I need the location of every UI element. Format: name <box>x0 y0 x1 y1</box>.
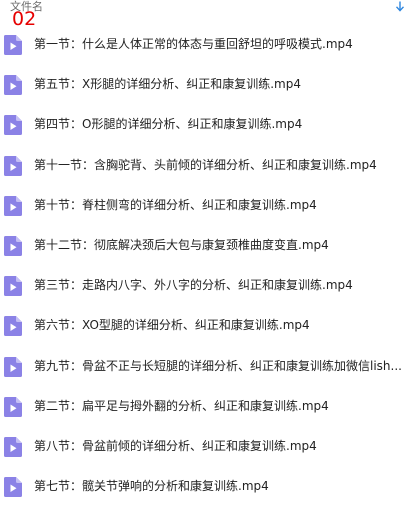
video-file-icon <box>4 396 22 417</box>
video-file-icon <box>4 276 22 297</box>
file-list: 第一节：什么是人体正常的体态与重回舒坦的呼吸模式.mp4 第五节：X形腿的详细分析… <box>0 30 409 512</box>
file-name[interactable]: 第九节：骨盆不正与长短腿的详细分析、纠正和康复训练加微信lish... <box>34 358 402 374</box>
video-file-icon <box>4 35 22 55</box>
video-file-icon <box>4 195 22 216</box>
video-file-icon <box>4 356 22 377</box>
file-row[interactable]: 第四节：O形腿的详细分析、纠正和康复训练.mp4 <box>0 110 409 150</box>
file-row[interactable]: 第九节：骨盆不正与长短腿的详细分析、纠正和康复训练加微信lish... <box>0 352 409 392</box>
file-row[interactable]: 第五节：X形腿的详细分析、纠正和康复训练.mp4 <box>0 70 409 110</box>
video-file-icon <box>4 235 22 256</box>
file-name[interactable]: 第二节：扁平足与拇外翻的分析、纠正和康复训练.mp4 <box>34 398 329 414</box>
file-name[interactable]: 第七节：髋关节弹响的分析和康复训练.mp4 <box>34 478 269 494</box>
file-row[interactable]: 第三节：走路内八字、外八字的分析、纠正和康复训练.mp4 <box>0 271 409 311</box>
file-row[interactable]: 第十一节：含胸驼背、头前倾的详细分析、纠正和康复训练.mp4 <box>0 151 409 191</box>
file-name[interactable]: 第五节：X形腿的详细分析、纠正和康复训练.mp4 <box>34 76 301 92</box>
file-name[interactable]: 第一节：什么是人体正常的体态与重回舒坦的呼吸模式.mp4 <box>34 36 353 52</box>
file-row[interactable]: 第十节：脊柱侧弯的详细分析、纠正和康复训练.mp4 <box>0 191 409 231</box>
file-name[interactable]: 第十节：脊柱侧弯的详细分析、纠正和康复训练.mp4 <box>34 197 317 213</box>
file-name[interactable]: 第十二节：彻底解决颈后大包与康复颈椎曲度变直.mp4 <box>34 237 329 253</box>
file-name[interactable]: 第三节：走路内八字、外八字的分析、纠正和康复训练.mp4 <box>34 277 353 293</box>
video-file-icon <box>4 115 22 136</box>
file-name[interactable]: 第十一节：含胸驼背、头前倾的详细分析、纠正和康复训练.mp4 <box>34 157 377 173</box>
overlay-number-label: 02 <box>12 8 37 30</box>
file-name[interactable]: 第六节：XO型腿的详细分析、纠正和康复训练.mp4 <box>34 317 310 333</box>
video-file-icon <box>4 477 22 498</box>
video-file-icon <box>4 316 22 337</box>
file-row[interactable]: 第一节：什么是人体正常的体态与重回舒坦的呼吸模式.mp4 <box>0 30 409 70</box>
file-name[interactable]: 第八节：骨盆前倾的详细分析、纠正和康复训练.mp4 <box>34 438 317 454</box>
file-row[interactable]: 第八节：骨盆前倾的详细分析、纠正和康复训练.mp4 <box>0 432 409 472</box>
file-row[interactable]: 第六节：XO型腿的详细分析、纠正和康复训练.mp4 <box>0 311 409 351</box>
sort-descending-icon[interactable] <box>395 1 405 12</box>
video-file-icon <box>4 75 22 96</box>
file-list-header: 文件名 <box>0 0 409 14</box>
file-row[interactable]: 第十二节：彻底解决颈后大包与康复颈椎曲度变直.mp4 <box>0 231 409 271</box>
video-file-icon <box>4 155 22 176</box>
file-row[interactable]: 第七节：髋关节弹响的分析和康复训练.mp4 <box>0 472 409 512</box>
file-row[interactable]: 第二节：扁平足与拇外翻的分析、纠正和康复训练.mp4 <box>0 392 409 432</box>
video-file-icon <box>4 436 22 457</box>
file-name[interactable]: 第四节：O形腿的详细分析、纠正和康复训练.mp4 <box>34 116 302 132</box>
